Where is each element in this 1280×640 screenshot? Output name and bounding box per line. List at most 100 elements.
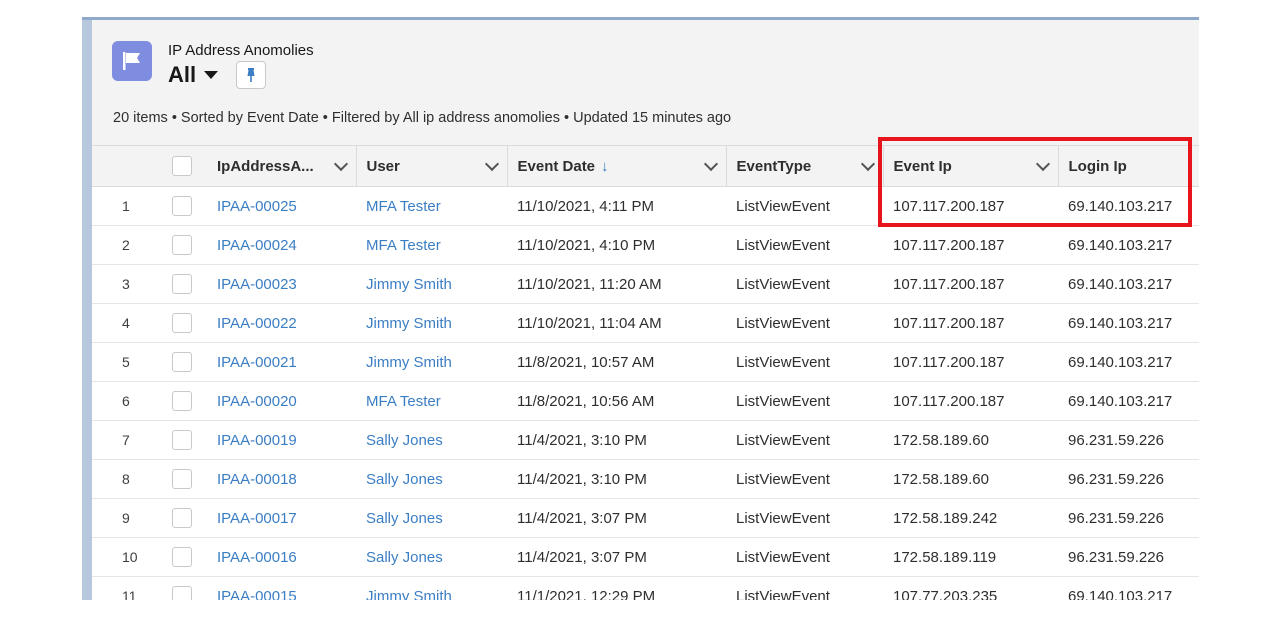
login-ip-cell: 69.140.103.217 — [1058, 303, 1199, 343]
table-row[interactable]: 4 IPAA-00022 Jimmy Smith 11/10/2021, 11:04 … — [92, 303, 1199, 343]
table-row[interactable]: 6 IPAA-00020 MFA Tester 11/8/2021, 10:56 AM… — [92, 381, 1199, 421]
record-name-link[interactable]: IPAA-00020 — [207, 381, 356, 421]
list-view-selector[interactable]: All — [168, 61, 267, 89]
records-table: IpAddressA... User Event Date ↓ EventType… — [92, 145, 1199, 600]
event-type-cell: ListViewEvent — [726, 498, 883, 538]
event-type-cell: ListViewEvent — [726, 264, 883, 304]
user-link[interactable]: Sally Jones — [356, 537, 507, 577]
row-number-header — [92, 145, 157, 187]
row-checkbox[interactable] — [172, 391, 192, 411]
user-link[interactable]: Jimmy Smith — [356, 264, 507, 304]
record-name-link[interactable]: IPAA-00015 — [207, 576, 356, 600]
column-header-user[interactable]: User — [356, 145, 508, 187]
event-date-cell: 11/8/2021, 10:57 AM — [507, 342, 726, 382]
event-type-cell: ListViewEvent — [726, 342, 883, 382]
row-select-cell — [157, 459, 207, 499]
row-checkbox[interactable] — [172, 196, 192, 216]
user-link[interactable]: Sally Jones — [356, 420, 507, 460]
table-row[interactable]: 2 IPAA-00024 MFA Tester 11/10/2021, 4:10 PM… — [92, 225, 1199, 265]
column-header-event-type[interactable]: EventType — [726, 145, 884, 187]
row-select-cell — [157, 537, 207, 577]
record-name-link[interactable]: IPAA-00025 — [207, 186, 356, 226]
row-checkbox[interactable] — [172, 430, 192, 450]
row-number: 7 — [92, 420, 157, 460]
row-number: 4 — [92, 303, 157, 343]
row-number: 6 — [92, 381, 157, 421]
event-ip-cell: 172.58.189.60 — [883, 459, 1058, 499]
row-number: 5 — [92, 342, 157, 382]
row-number: 9 — [92, 498, 157, 538]
caret-down-icon[interactable] — [204, 71, 219, 79]
chevron-down-icon[interactable] — [860, 156, 875, 171]
table-row[interactable]: 9 IPAA-00017 Sally Jones 11/4/2021, 3:07 PM… — [92, 498, 1199, 538]
table-row[interactable]: 7 IPAA-00019 Sally Jones 11/4/2021, 3:10 PM… — [92, 420, 1199, 460]
event-ip-cell: 107.77.203.235 — [883, 576, 1058, 600]
event-date-cell: 11/10/2021, 11:04 AM — [507, 303, 726, 343]
row-checkbox[interactable] — [172, 547, 192, 567]
row-select-cell — [157, 576, 207, 600]
chevron-down-icon[interactable] — [333, 156, 348, 171]
login-ip-cell: 69.140.103.217 — [1058, 342, 1199, 382]
chevron-down-icon[interactable] — [1035, 156, 1050, 171]
row-checkbox[interactable] — [172, 586, 192, 600]
column-header-name[interactable]: IpAddressA... — [207, 145, 357, 187]
row-checkbox[interactable] — [172, 352, 192, 372]
row-number: 11 — [92, 576, 157, 600]
event-type-cell: ListViewEvent — [726, 186, 883, 226]
table-row[interactable]: 3 IPAA-00023 Jimmy Smith 11/10/2021, 11:20 … — [92, 264, 1199, 304]
event-ip-cell: 107.117.200.187 — [883, 225, 1058, 265]
table-row[interactable]: 10 IPAA-00016 Sally Jones 11/4/2021, 3:07 P… — [92, 537, 1199, 577]
chevron-down-icon[interactable] — [703, 156, 718, 171]
event-date-cell: 11/4/2021, 3:07 PM — [507, 537, 726, 577]
list-view-header: IP Address Anomolies All 20 items • Sort… — [92, 20, 1199, 145]
user-link[interactable]: Jimmy Smith — [356, 303, 507, 343]
table-row[interactable]: 1 IPAA-00025 MFA Tester 11/10/2021, 4:11 PM… — [92, 186, 1199, 226]
pin-button[interactable] — [236, 61, 267, 89]
row-number: 3 — [92, 264, 157, 304]
row-select-cell — [157, 303, 207, 343]
column-label: EventType — [736, 157, 812, 175]
user-link[interactable]: Sally Jones — [356, 498, 507, 538]
login-ip-cell: 69.140.103.217 — [1058, 264, 1199, 304]
record-name-link[interactable]: IPAA-00022 — [207, 303, 356, 343]
record-name-link[interactable]: IPAA-00023 — [207, 264, 356, 304]
record-name-link[interactable]: IPAA-00018 — [207, 459, 356, 499]
event-type-cell: ListViewEvent — [726, 381, 883, 421]
user-link[interactable]: MFA Tester — [356, 225, 507, 265]
event-ip-cell: 107.117.200.187 — [883, 303, 1058, 343]
select-all-checkbox[interactable] — [172, 156, 192, 176]
row-number: 10 — [92, 537, 157, 577]
user-link[interactable]: Jimmy Smith — [356, 576, 507, 600]
user-link[interactable]: Jimmy Smith — [356, 342, 507, 382]
user-link[interactable]: MFA Tester — [356, 186, 507, 226]
record-name-link[interactable]: IPAA-00024 — [207, 225, 356, 265]
login-ip-cell: 69.140.103.217 — [1058, 186, 1199, 226]
pin-icon — [247, 68, 255, 82]
row-number: 8 — [92, 459, 157, 499]
table-row[interactable]: 8 IPAA-00018 Sally Jones 11/4/2021, 3:10 PM… — [92, 459, 1199, 499]
row-checkbox[interactable] — [172, 469, 192, 489]
row-checkbox[interactable] — [172, 274, 192, 294]
column-header-login-ip[interactable]: Login Ip — [1058, 145, 1199, 187]
view-name[interactable]: All — [168, 62, 196, 88]
user-link[interactable]: MFA Tester — [356, 381, 507, 421]
record-name-link[interactable]: IPAA-00016 — [207, 537, 356, 577]
table-row[interactable]: 11 IPAA-00015 Jimmy Smith 11/1/2021, 12:29 … — [92, 576, 1199, 600]
record-name-link[interactable]: IPAA-00017 — [207, 498, 356, 538]
row-checkbox[interactable] — [172, 313, 192, 333]
record-name-link[interactable]: IPAA-00019 — [207, 420, 356, 460]
record-name-link[interactable]: IPAA-00021 — [207, 342, 356, 382]
arrow-down-icon: ↓ — [601, 157, 609, 175]
column-header-event-ip[interactable]: Event Ip — [883, 145, 1059, 187]
event-ip-cell: 172.58.189.119 — [883, 537, 1058, 577]
event-date-cell: 11/1/2021, 12:29 PM — [507, 576, 726, 600]
row-select-cell — [157, 420, 207, 460]
column-header-event-date[interactable]: Event Date ↓ — [507, 145, 727, 187]
event-ip-cell: 172.58.189.242 — [883, 498, 1058, 538]
user-link[interactable]: Sally Jones — [356, 459, 507, 499]
table-row[interactable]: 5 IPAA-00021 Jimmy Smith 11/8/2021, 10:57 A… — [92, 342, 1199, 382]
row-checkbox[interactable] — [172, 235, 192, 255]
row-checkbox[interactable] — [172, 508, 192, 528]
chevron-down-icon[interactable] — [484, 156, 499, 171]
event-type-cell: ListViewEvent — [726, 576, 883, 600]
